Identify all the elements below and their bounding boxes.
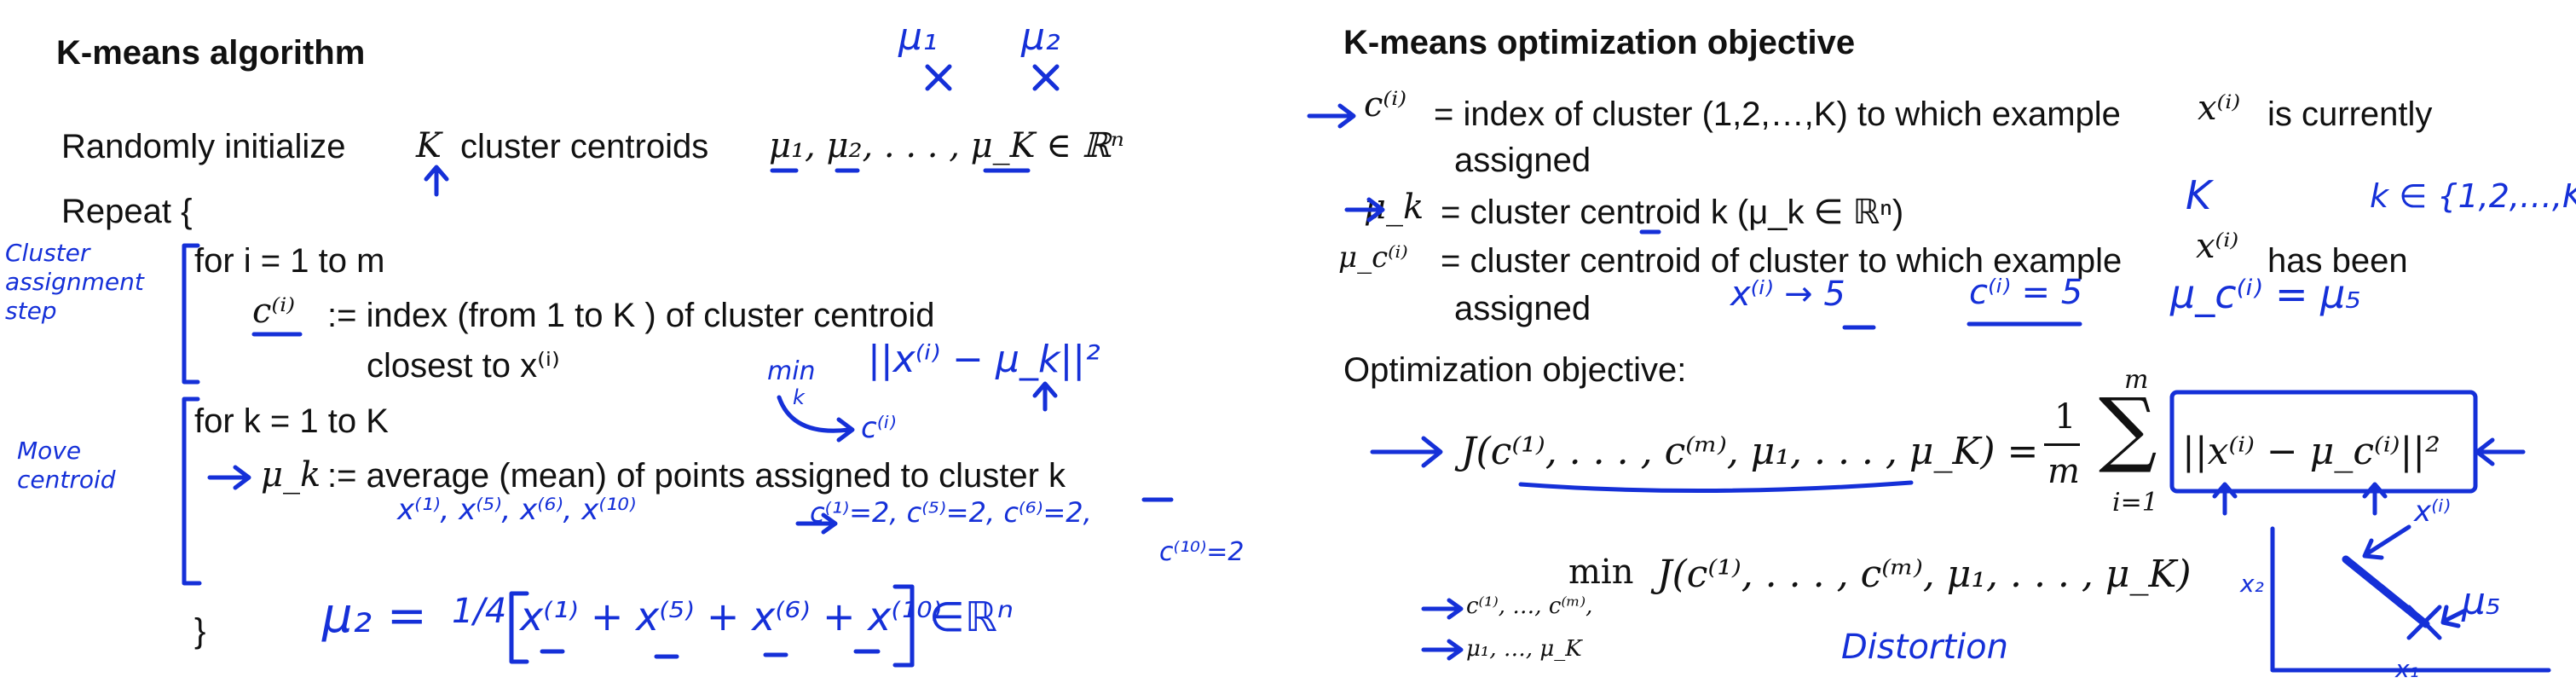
note-avg-inside: x⁽¹⁾ + x⁽⁵⁾ + x⁽⁶⁾ + x⁽¹⁰⁾ [520,593,942,640]
arrow-up-mu-in-box [2362,482,2388,516]
note-c-i: c⁽ⁱ⁾ [861,411,897,445]
note-mu-c-eq: μ_c⁽ⁱ⁾ = μ₅ [2170,271,2361,317]
min-expr: J(c⁽¹⁾, . . . , c⁽ᵐ⁾, μ₁, . . . , μ_K) [1657,553,2192,596]
def2-symbol: μ_k [1364,188,1424,227]
def3-line2: assigned [1454,290,1591,327]
repeat-close: } [194,612,206,650]
arrow-cost [1370,436,1443,468]
right-title: K-means optimization objective [1343,24,1856,61]
note-norm-expr: ||x⁽ⁱ⁾ − μ_k||² [868,338,1100,381]
note-xi: x⁽ⁱ⁾ [2414,495,2451,529]
plot-axes [2270,526,2551,673]
centroid-cross-2 [1032,64,1060,91]
note-cluster-assignment: Cluster assignment step [5,239,144,325]
assign-ci: c⁽ⁱ⁾ [252,292,296,331]
init-prefix: Randomly initialize [61,128,346,165]
move-muk: μ_k [261,455,321,495]
def1-text: = index of cluster (1,2,…,K) to which ex… [1434,96,2121,133]
note-mu2: μ₂ [1021,15,1060,59]
min-sub-1: c⁽¹⁾, …, c⁽ᵐ⁾, [1466,593,1593,619]
def1-line2: assigned [1454,142,1591,179]
arrow-min-to-ci [777,395,855,443]
note-k-set: k ∈ {1,2,…,K} [2370,177,2576,215]
init-centroids: μ₁, μ₂, . . . , μ_K ∈ ℝⁿ [769,126,1125,165]
arrow-up-muk [1032,381,1058,412]
arrow-to-xi [2362,524,2411,560]
cost-frac-bar [2044,443,2080,446]
arrow-cost-right [2475,437,2526,466]
note-c-eq-5: c⁽ⁱ⁾ = 5 [1969,273,2083,312]
note-x-points: x⁽¹⁾, x⁽⁵⁾, x⁽⁶⁾, x⁽¹⁰⁾ [397,493,637,527]
assign-text-line2: closest to x⁽ⁱ⁾ [367,347,560,385]
note-min: min [767,356,816,386]
def1-x: x⁽ⁱ⁾ [2198,89,2241,128]
cost-frac-den: m [2048,452,2080,491]
for-k-loop: for k = 1 to K [194,402,389,440]
plot-distance-line [2342,555,2430,628]
sum-symbol: ∑ [2099,380,2157,476]
note-in-Rn: ∈ℝⁿ [929,593,1014,641]
min-sub-2: μ₁, …, μ_K [1466,636,1582,662]
def1-symbol: c⁽ⁱ⁾ [1364,85,1407,124]
arrow-min-sub2 [1421,639,1464,661]
note-mu2-avg: μ₂ = [322,588,427,644]
arrow-min-sub1 [1421,598,1464,620]
def2-text: = cluster centroid k (μ_k ∈ ℝⁿ) [1441,194,1904,231]
underline-cost-lhs [1518,480,1914,494]
init-middle: cluster centroids [460,128,709,165]
note-x-to-5: x⁽ⁱ⁾ → 5 [1730,275,1845,314]
axis-x2-label: x₂ [2240,570,2264,598]
cost-sum-bottom: i=1 [2112,488,2158,518]
plot-mu5-cross [2406,605,2442,640]
axis-x1-label: x₁ [2395,655,2419,683]
note-K-big: K [2186,172,2212,218]
repeat-open: Repeat { [61,193,193,230]
def3-symbol: μ_c⁽ⁱ⁾ [1338,240,1408,275]
init-K: K [416,126,442,165]
note-mu5: μ₅ [2462,580,2501,623]
arrow-def1 [1307,103,1356,129]
note-frac-quarter: 1/4 [452,592,507,631]
note-c-assign-1: c⁽¹⁾=2, c⁽⁵⁾=2, c⁽⁶⁾=2, [810,496,1092,529]
move-text: := average (mean) of points assigned to … [327,457,1066,495]
arrow-under-K [424,165,449,197]
left-title: K-means algorithm [56,34,366,72]
assign-text: := index (from 1 to K ) of cluster centr… [327,297,935,334]
cost-lhs: J(c⁽¹⁾, . . . , c⁽ᵐ⁾, μ₁, . . . , μ_K) = [1461,430,2039,473]
def1-tail: is currently [2267,96,2433,133]
note-mu1: μ₁ [898,15,938,59]
centroid-cross-1 [925,64,952,91]
for-i-loop: for i = 1 to m [194,242,385,280]
note-move-centroid: Move centroid [17,437,116,494]
min-word: min [1568,553,1634,592]
cost-term: ||x⁽ⁱ⁾ − μ_c⁽ⁱ⁾||² [2182,430,2440,473]
note-c-assign-2: c⁽¹⁰⁾=2 [1159,537,1245,567]
def3-x: x⁽ⁱ⁾ [2196,227,2239,266]
arrow-up-x-in-box [2212,482,2238,516]
note-distortion: Distortion [1841,628,2008,667]
cost-frac-num: 1 [2054,397,2076,437]
objective-label: Optimization objective: [1343,351,1687,389]
arrow-move-muk [207,465,251,490]
note-min-k: k [793,385,805,409]
